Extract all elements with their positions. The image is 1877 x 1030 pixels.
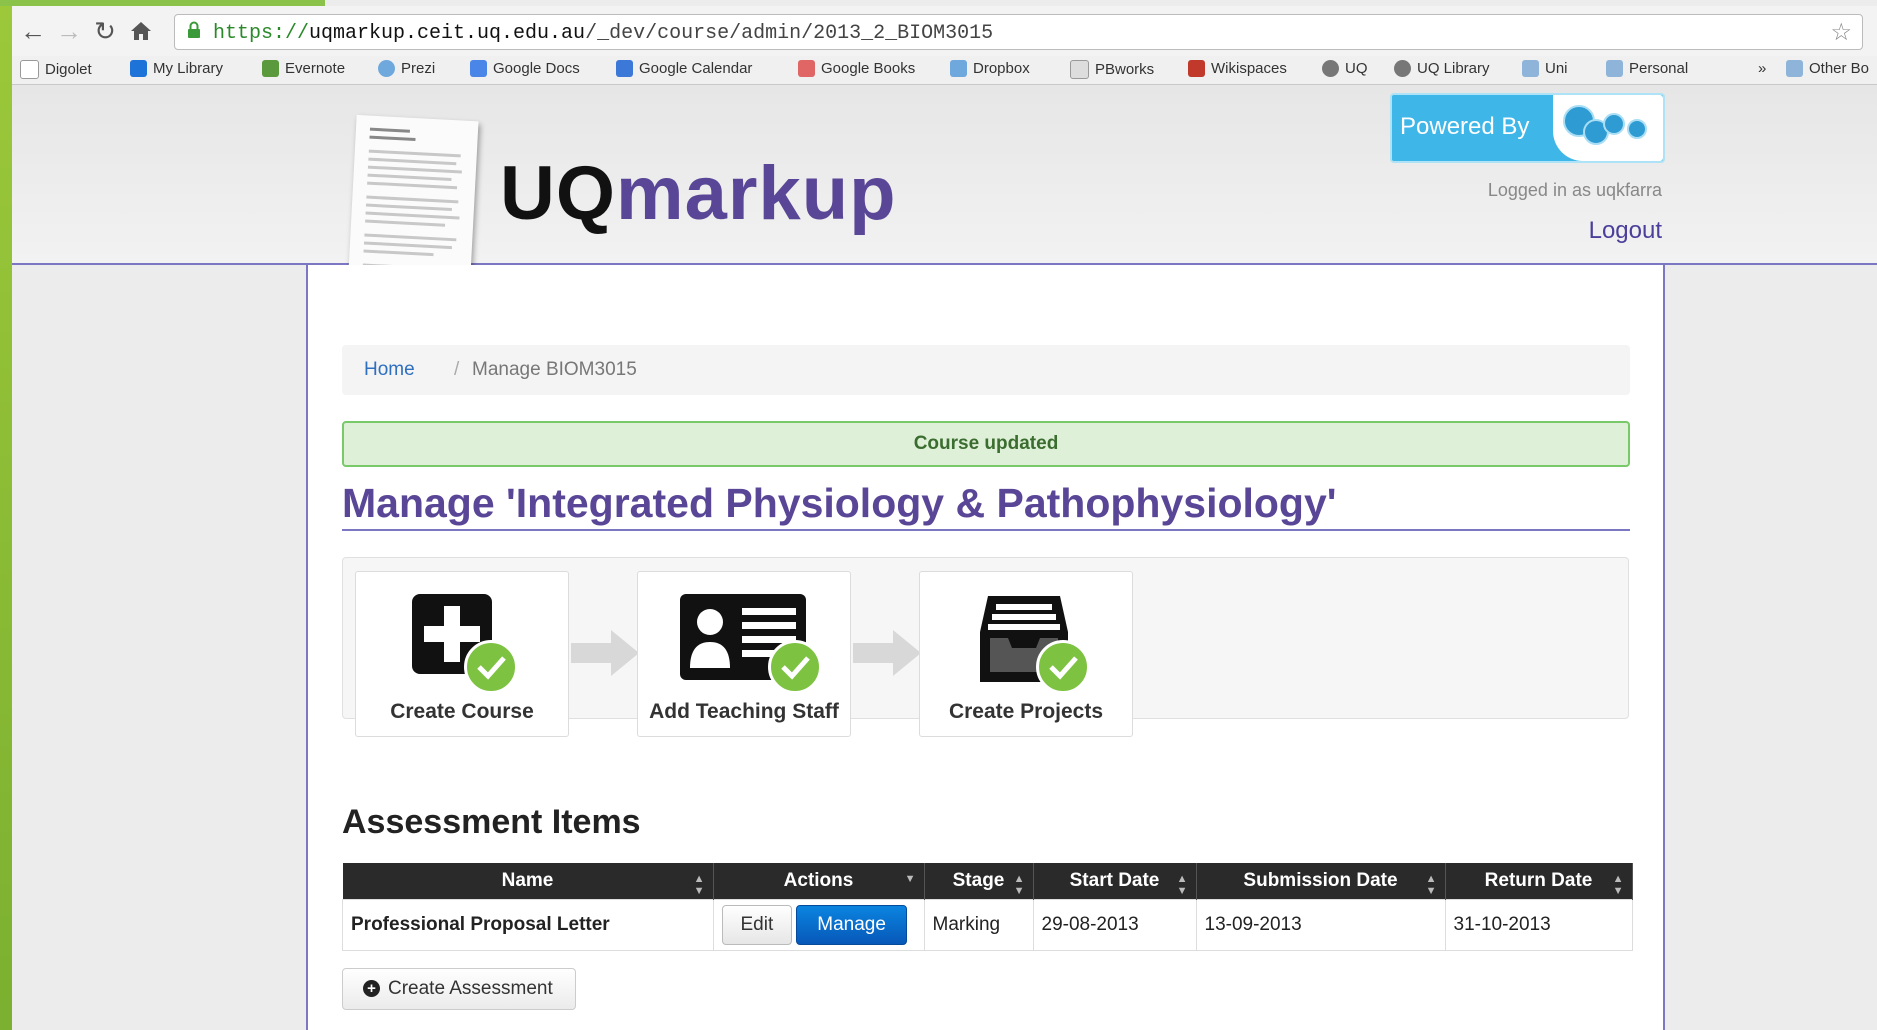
- arrow-right-icon: [571, 630, 639, 676]
- powered-by-text: Powered By: [1400, 113, 1530, 140]
- forward-icon[interactable]: →: [54, 16, 84, 46]
- page-title: Manage 'Integrated Physiology & Pathophy…: [342, 480, 1630, 531]
- step-label: Add Teaching Staff: [649, 700, 839, 723]
- logged-in-status: Logged in as uqkfarra: [1487, 180, 1662, 200]
- sort-icon: ▲ ▼: [1013, 873, 1025, 897]
- back-icon[interactable]: ←: [18, 16, 48, 46]
- logout-link[interactable]: Logout: [1589, 217, 1662, 245]
- sort-icon: ▲ ▼: [1176, 873, 1188, 897]
- site-logo[interactable]: UQmarkup: [500, 150, 897, 237]
- browser-toolbar: ← → ↻ https://uqmarkup.ceit.uq.edu.au/_d…: [12, 6, 1877, 57]
- reload-icon[interactable]: ↻: [90, 16, 120, 46]
- bookmark-item[interactable]: UQ: [1322, 60, 1368, 77]
- success-alert: Course updated: [342, 421, 1630, 467]
- table-row: Professional Proposal Letter Edit Manage …: [342, 899, 1633, 951]
- start-date-cell: 29-08-2013: [1032, 899, 1197, 951]
- bookmark-item[interactable]: PBworks: [1070, 60, 1154, 79]
- stage-cell: Marking: [923, 899, 1034, 951]
- uq-library-icon: [1394, 60, 1411, 77]
- library-icon: [130, 60, 147, 77]
- calendar-icon: [616, 60, 633, 77]
- ceit-bubbles-icon: [1553, 95, 1663, 161]
- assessment-table: Name ▲ ▼ Actions ▼ Stage ▲ ▼ Start Date ▲ ▼ Sub…: [342, 863, 1633, 951]
- bookmark-folder[interactable]: Personal: [1606, 60, 1688, 77]
- lock-icon: [188, 21, 200, 38]
- plus-circle-icon: +: [363, 980, 380, 997]
- books-icon: [798, 60, 815, 77]
- main-content: Home / Manage BIOM3015 Course updated Ma…: [306, 265, 1665, 1030]
- evernote-icon: [262, 60, 279, 77]
- create-assessment-button[interactable]: + Create Assessment: [342, 968, 576, 1010]
- step-add-teaching-staff[interactable]: Add Teaching Staff: [637, 571, 851, 737]
- home-icon[interactable]: [126, 16, 156, 46]
- check-icon: [1036, 640, 1090, 694]
- step-label: Create Course: [390, 700, 534, 723]
- bookmark-item[interactable]: Google Books: [798, 60, 915, 77]
- sort-icon: ▲ ▼: [1612, 873, 1624, 897]
- breadcrumb-separator: /: [454, 359, 460, 380]
- arrow-right-icon: [853, 630, 921, 676]
- breadcrumb: Home / Manage BIOM3015: [342, 345, 1630, 395]
- column-header-return-date[interactable]: Return Date ▲ ▼: [1445, 863, 1633, 900]
- bookmark-star-icon[interactable]: ☆: [1830, 18, 1852, 47]
- address-bar[interactable]: https://uqmarkup.ceit.uq.edu.au/_dev/cou…: [174, 14, 1863, 50]
- column-header-start-date[interactable]: Start Date ▲ ▼: [1033, 863, 1197, 900]
- sort-icon: ▼: [904, 873, 916, 885]
- edit-button[interactable]: Edit: [721, 905, 793, 945]
- column-header-submission-date[interactable]: Submission Date ▲ ▼: [1196, 863, 1446, 900]
- step-label: Create Projects: [948, 700, 1104, 723]
- submission-date-cell: 13-09-2013: [1195, 899, 1446, 951]
- docs-icon: [470, 60, 487, 77]
- uq-icon: [1322, 60, 1339, 77]
- bookmark-folder[interactable]: Other Bo: [1786, 60, 1869, 77]
- setup-steps: Create Course Add Teaching Staff Create …: [342, 557, 1629, 737]
- window-edge: [0, 0, 12, 1030]
- bookmark-item[interactable]: Evernote: [262, 60, 345, 77]
- url-text: https://uqmarkup.ceit.uq.edu.au/_dev/cou…: [213, 22, 994, 45]
- bookmark-folder[interactable]: Uni: [1522, 60, 1568, 77]
- step-create-course[interactable]: Create Course: [355, 571, 569, 737]
- bookmark-item[interactable]: Google Calendar: [616, 60, 752, 77]
- breadcrumb-home-link[interactable]: Home: [364, 359, 415, 381]
- bookmarks-overflow[interactable]: »: [1758, 60, 1766, 77]
- folder-icon: [1786, 60, 1803, 77]
- return-date-cell: 31-10-2013: [1444, 899, 1633, 951]
- bookmark-item[interactable]: Digolet: [20, 60, 92, 79]
- assessment-name: Professional Proposal Letter: [342, 899, 714, 951]
- manage-button[interactable]: Manage: [796, 905, 907, 945]
- step-create-projects[interactable]: Create Projects: [919, 571, 1133, 737]
- page-icon: [20, 60, 39, 79]
- bookmark-item[interactable]: Prezi: [378, 60, 435, 77]
- column-header-name[interactable]: Name ▲ ▼: [342, 863, 714, 900]
- check-icon: [464, 640, 518, 694]
- bookmarks-bar: Digolet My Library Evernote Prezi Google…: [12, 56, 1877, 85]
- check-icon: [768, 640, 822, 694]
- bookmark-item[interactable]: UQ Library: [1394, 60, 1490, 77]
- wikispaces-icon: [1188, 60, 1205, 77]
- actions-cell: Edit Manage: [712, 899, 925, 951]
- pbworks-icon: [1070, 60, 1089, 79]
- powered-by-badge[interactable]: Powered By: [1390, 93, 1665, 163]
- prezi-icon: [378, 60, 395, 77]
- bookmark-item[interactable]: My Library: [130, 60, 223, 77]
- folder-icon: [1522, 60, 1539, 77]
- bookmark-item[interactable]: Google Docs: [470, 60, 580, 77]
- column-header-actions[interactable]: Actions ▼: [713, 863, 925, 900]
- bookmark-item[interactable]: Dropbox: [950, 60, 1030, 77]
- dropbox-icon: [950, 60, 967, 77]
- sort-icon: ▲ ▼: [693, 873, 705, 897]
- column-header-stage[interactable]: Stage ▲ ▼: [924, 863, 1034, 900]
- sort-icon: ▲ ▼: [1425, 873, 1437, 897]
- breadcrumb-current: Manage BIOM3015: [472, 359, 637, 380]
- section-title: Assessment Items: [342, 803, 641, 841]
- bookmark-item[interactable]: Wikispaces: [1188, 60, 1287, 77]
- folder-icon: [1606, 60, 1623, 77]
